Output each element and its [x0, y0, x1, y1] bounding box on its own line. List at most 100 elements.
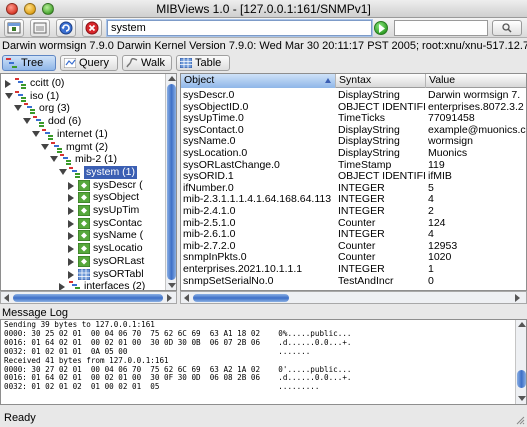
table-row[interactable]: mib-2.3.1.1.1.4.1.64.168.64.113 INTEGER 4 [181, 193, 526, 206]
tab-walk[interactable]: Walk [122, 55, 172, 71]
column-object[interactable]: Object [181, 74, 336, 88]
expand-right-icon[interactable] [68, 245, 74, 254]
tab-query[interactable]: Query [60, 55, 118, 71]
table-row[interactable]: snmpInPkts.0 Counter 1020 [181, 251, 526, 263]
table-icon [78, 268, 90, 280]
table-row[interactable]: sysContact.0 DisplayString example@muonics… [181, 123, 526, 136]
table-row[interactable]: mib-2.4.1.0 INTEGER 2 [181, 205, 526, 217]
table-horizontal-scrollbar[interactable] [180, 291, 527, 304]
find-input[interactable] [394, 20, 488, 36]
tree-hscroll-thumb[interactable] [13, 294, 163, 302]
table-row[interactable]: sysObjectID.0 OBJECT IDENTIFIERenterprise… [181, 100, 526, 113]
value-cell: 1 [428, 263, 434, 275]
table-row[interactable]: snmpSetSerialNo.0 TestAndIncr 0 [181, 274, 526, 287]
new-window-button[interactable] [4, 19, 24, 37]
scroll-left-icon[interactable] [184, 294, 189, 302]
refresh-button[interactable] [56, 19, 76, 37]
table-row[interactable]: ifNumber.0 INTEGER 5 [181, 181, 526, 194]
message-log-label: Message Log [2, 307, 69, 319]
leaf-icon [78, 192, 90, 204]
branch-icon [69, 166, 80, 178]
tab-table[interactable]: Table [176, 55, 230, 71]
syntax-cell: TimeTicks [338, 112, 386, 125]
object-cell: sysContact.0 [183, 123, 244, 136]
syntax-cell: INTEGER [338, 228, 385, 241]
expand-right-icon[interactable] [68, 257, 74, 266]
table-row[interactable]: sysName.0 DisplayString wormsign [181, 135, 526, 147]
scroll-down-icon[interactable] [518, 396, 526, 401]
leaf-icon [78, 243, 90, 255]
table-row[interactable]: enterprises.2021.10.1.1.1 INTEGER 1 [181, 263, 526, 275]
expand-down-icon[interactable] [32, 130, 40, 137]
scroll-down-icon[interactable] [168, 283, 176, 288]
table-row[interactable]: sysDescr.0 DisplayString Darwin wormsign 7… [181, 89, 526, 101]
tree-scroll-thumb[interactable] [167, 84, 176, 280]
refresh-icon [59, 21, 73, 35]
tab-tree[interactable]: Tree [2, 55, 56, 71]
resize-grip-icon[interactable] [515, 415, 525, 425]
tab-tree-label: Tree [21, 57, 44, 69]
scroll-right-icon[interactable] [167, 294, 172, 302]
find-button[interactable] [492, 20, 522, 36]
table-row[interactable]: mib-2.7.2.0 Counter 12953 [181, 239, 526, 252]
scroll-right-icon[interactable] [515, 294, 520, 302]
expand-down-icon[interactable] [50, 156, 58, 163]
go-button[interactable] [374, 21, 388, 35]
table-hscroll-thumb[interactable] [193, 294, 289, 302]
expand-right-icon[interactable] [68, 181, 74, 190]
object-cell: mib-2.7.2.0 [183, 239, 236, 252]
log-vertical-scrollbar[interactable] [515, 320, 526, 404]
expand-right-icon[interactable] [68, 232, 74, 241]
expand-right-icon[interactable] [68, 207, 74, 215]
expand-right-icon[interactable] [68, 270, 74, 279]
play-icon [379, 24, 385, 33]
scroll-left-icon[interactable] [4, 294, 9, 302]
column-value-label: Value [429, 74, 456, 86]
tree-node-label: sysORLast [93, 254, 145, 267]
tree-horizontal-scrollbar[interactable] [0, 291, 177, 304]
message-log-text: Sending 39 bytes to 127.0.0.1:161 0000: … [4, 320, 352, 392]
column-value[interactable]: Value [426, 74, 526, 88]
object-cell: mib-2.3.1.1.1.4.1.64.168.64.113 [183, 193, 332, 206]
expand-down-icon[interactable] [59, 168, 67, 175]
table-row[interactable]: sysLocation.0 DisplayString Muonics [181, 147, 526, 159]
value-cell: 0 [428, 274, 434, 287]
mib-tree[interactable]: ccitt (0) iso (1) org (3) dod (6) internet (… [0, 73, 177, 291]
object-cell: mib-2.5.1.0 [183, 216, 236, 229]
branch-icon [69, 281, 80, 290]
log-scroll-thumb[interactable] [517, 370, 526, 388]
message-log[interactable]: Sending 39 bytes to 127.0.0.1:161 0000: … [0, 319, 527, 405]
value-cell: Darwin wormsign 7. [428, 89, 521, 101]
expand-right-icon[interactable] [5, 80, 11, 88]
table-row[interactable]: sysORID.1 OBJECT IDENTIFIERifMIB [181, 170, 526, 182]
branch-icon [15, 90, 26, 102]
syntax-cell: OBJECT IDENTIFIER [338, 100, 426, 113]
scroll-up-icon[interactable] [518, 322, 526, 327]
scroll-up-icon[interactable] [168, 76, 176, 81]
expand-down-icon[interactable] [5, 92, 13, 99]
tab-walk-label: Walk [141, 57, 166, 69]
table-row[interactable]: mib-2.6.1.0 INTEGER 4 [181, 228, 526, 241]
tree-node-label: internet (1) [57, 127, 108, 140]
syntax-cell: INTEGER [338, 263, 385, 275]
branch-icon [42, 128, 53, 140]
table-row[interactable]: sysUpTime.0 TimeTicks 77091458 [181, 112, 526, 125]
expand-right-icon[interactable] [68, 219, 74, 228]
table-row[interactable]: mib-2.5.1.0 Counter 124 [181, 216, 526, 229]
expand-down-icon[interactable] [41, 143, 49, 150]
tree-node-label: system (1) [84, 165, 138, 179]
search-input[interactable] [107, 20, 372, 36]
table-row[interactable]: sysORLastChange.0 TimeStamp 119 [181, 159, 526, 171]
panel-toggle-button[interactable] [30, 19, 50, 37]
expand-down-icon[interactable] [14, 105, 22, 112]
expand-down-icon[interactable] [23, 118, 31, 125]
tree-node-label: sysObject [93, 191, 140, 204]
stop-button[interactable] [82, 19, 102, 37]
column-syntax[interactable]: Syntax [336, 74, 426, 88]
tree-node-label: sysORTabl [93, 267, 144, 280]
expand-right-icon[interactable] [59, 283, 65, 290]
expand-right-icon[interactable] [68, 194, 74, 203]
tree-node-label: sysLocatio [93, 242, 143, 255]
tree-vertical-scrollbar[interactable] [165, 74, 176, 290]
syntax-cell: INTEGER [338, 181, 385, 194]
